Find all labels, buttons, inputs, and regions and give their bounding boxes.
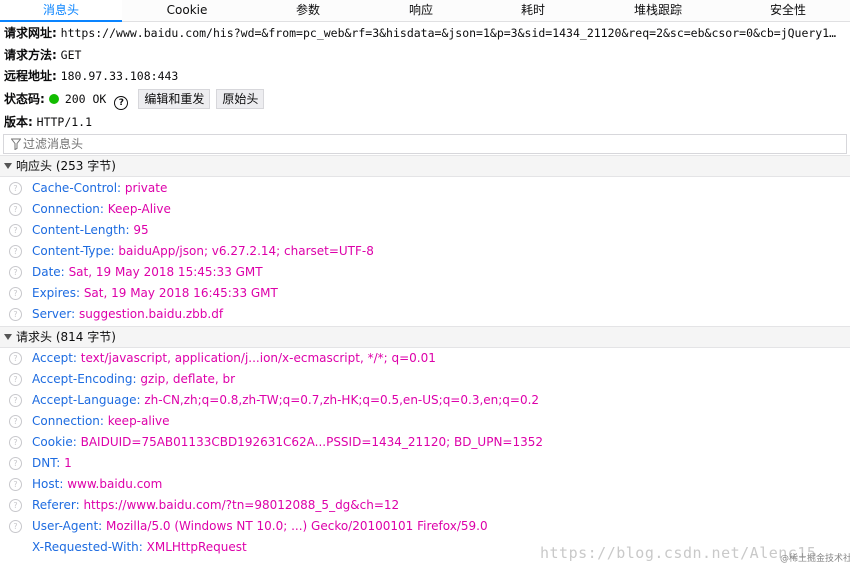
header-name: X-Requested-With: XMLHttpRequest	[32, 540, 247, 554]
header-name: Host: www.baidu.com	[32, 477, 163, 491]
question-circle-icon[interactable]: ?	[9, 373, 22, 386]
question-circle-icon[interactable]: ?	[9, 352, 22, 365]
header-name: Cookie: BAIDUID=75AB01133CBD192631C62A..…	[32, 435, 544, 449]
tab-cookie[interactable]: Cookie	[124, 0, 250, 21]
remote-address-row: 远程地址: 180.97.33.108:443	[4, 66, 178, 86]
header-name: Server: suggestion.baidu.zbb.df	[32, 307, 224, 321]
remote-address-label: 远程地址:	[4, 69, 57, 83]
question-circle-icon[interactable]: ?	[9, 308, 22, 321]
header-name: Accept: text/javascript, application/j..…	[32, 351, 436, 365]
request-method-label: 请求方法:	[4, 48, 57, 62]
header-value: keep-alive	[107, 414, 170, 428]
response-headers-section[interactable]: 响应头 (253 字节)	[0, 155, 850, 177]
header-value: 95	[133, 223, 149, 237]
request-url-row: 请求网址: https://www.baidu.com/his?wd=&from…	[4, 23, 836, 43]
header-name: DNT: 1	[32, 456, 72, 470]
header-name: Accept-Language: zh-CN,zh;q=0.8,zh-TW;q=…	[32, 393, 540, 407]
header-name: Date: Sat, 19 May 2018 15:45:33 GMT	[32, 265, 263, 279]
header-name: Cache-Control: private	[32, 181, 168, 195]
response-headers-title: 响应头 (253 字节)	[16, 159, 116, 173]
version-row: 版本: HTTP/1.1	[4, 112, 92, 132]
tab-stack-trace[interactable]: 堆栈跟踪	[590, 0, 726, 21]
request-headers-section[interactable]: 请求头 (814 字节)	[0, 326, 850, 348]
header-value: Sat, 19 May 2018 15:45:33 GMT	[68, 265, 263, 279]
funnel-icon	[11, 138, 21, 150]
triangle-down-icon[interactable]	[4, 163, 12, 169]
header-name: User-Agent: Mozilla/5.0 (Windows NT 10.0…	[32, 519, 488, 533]
question-circle-icon[interactable]: ?	[9, 520, 22, 533]
version-label: 版本:	[4, 115, 33, 129]
header-name: Connection: Keep-Alive	[32, 202, 171, 216]
request-url-label: 请求网址:	[4, 26, 57, 40]
raw-headers-button[interactable]: 原始头	[216, 89, 265, 109]
tab-params[interactable]: 参数	[250, 0, 366, 21]
header-name: Content-Length: 95	[32, 223, 149, 237]
tab-bar: 消息头 Cookie 参数 响应 耗时 堆栈跟踪 安全性	[0, 0, 850, 22]
question-circle-icon[interactable]: ?	[9, 394, 22, 407]
header-value: Keep-Alive	[107, 202, 171, 216]
header-value: Mozilla/5.0 (Windows NT 10.0; ...) Gecko…	[106, 519, 488, 533]
header-value: zh-CN,zh;q=0.8,zh-TW;q=0.7,zh-HK;q=0.5,e…	[144, 393, 540, 407]
filter-headers-input[interactable]	[23, 135, 823, 153]
header-value: Sat, 19 May 2018 16:45:33 GMT	[83, 286, 278, 300]
request-url-value[interactable]: https://www.baidu.com/his?wd=&from=pc_we…	[61, 26, 836, 40]
question-circle-icon[interactable]: ?	[114, 96, 129, 110]
status-code-row: 状态码: 200 OK? 编辑和重发 原始头	[4, 89, 270, 110]
question-circle-icon[interactable]: ?	[9, 245, 22, 258]
header-value: 1	[64, 456, 72, 470]
status-code-label: 状态码:	[4, 92, 45, 106]
header-value: suggestion.baidu.zbb.df	[79, 307, 224, 321]
filter-box	[3, 134, 847, 154]
header-value: baiduApp/json; v6.27.2.14; charset=UTF-8	[118, 244, 374, 258]
tab-timings[interactable]: 耗时	[476, 0, 590, 21]
request-method-row: 请求方法: GET	[4, 45, 81, 65]
header-value: XMLHttpRequest	[146, 540, 247, 554]
question-circle-icon[interactable]: ?	[9, 266, 22, 279]
header-name: Connection: keep-alive	[32, 414, 170, 428]
watermark: https://blog.csdn.net/Alenc15	[540, 544, 817, 562]
version-value: HTTP/1.1	[36, 115, 93, 129]
request-headers-title: 请求头 (814 字节)	[16, 330, 116, 344]
status-code-value: 200 OK	[64, 92, 107, 106]
header-name: Content-Type: baiduApp/json; v6.27.2.14;…	[32, 244, 374, 258]
remote-address-value: 180.97.33.108:443	[60, 69, 179, 83]
question-circle-icon[interactable]: ?	[9, 436, 22, 449]
edit-resend-button[interactable]: 编辑和重发	[138, 89, 211, 109]
question-circle-icon[interactable]: ?	[9, 287, 22, 300]
tab-response[interactable]: 响应	[366, 0, 476, 21]
request-method-value: GET	[60, 48, 82, 62]
header-value: BAIDUID=75AB01133CBD192631C62A...PSSID=1…	[80, 435, 544, 449]
question-circle-icon[interactable]: ?	[9, 224, 22, 237]
status-dot-icon	[48, 94, 59, 104]
question-circle-icon[interactable]: ?	[9, 457, 22, 470]
header-name: Expires: Sat, 19 May 2018 16:45:33 GMT	[32, 286, 278, 300]
header-value: gzip, deflate, br	[140, 372, 236, 386]
question-circle-icon[interactable]: ?	[9, 499, 22, 512]
tab-headers[interactable]: 消息头	[0, 0, 122, 22]
header-value: text/javascript, application/j...ion/x-e…	[80, 351, 436, 365]
watermark-badge: @稀土掘金技术社区	[780, 554, 850, 564]
question-circle-icon[interactable]: ?	[9, 203, 22, 216]
header-value: https://www.baidu.com/?tn=98012088_5_dg&…	[83, 498, 400, 512]
tab-security[interactable]: 安全性	[726, 0, 850, 21]
triangle-down-icon[interactable]	[4, 334, 12, 340]
question-circle-icon[interactable]: ?	[9, 478, 22, 491]
question-circle-icon[interactable]: ?	[9, 182, 22, 195]
header-value: www.baidu.com	[67, 477, 163, 491]
header-name: Referer: https://www.baidu.com/?tn=98012…	[32, 498, 400, 512]
header-name: Accept-Encoding: gzip, deflate, br	[32, 372, 236, 386]
question-circle-icon[interactable]: ?	[9, 415, 22, 428]
header-value: private	[124, 181, 168, 195]
